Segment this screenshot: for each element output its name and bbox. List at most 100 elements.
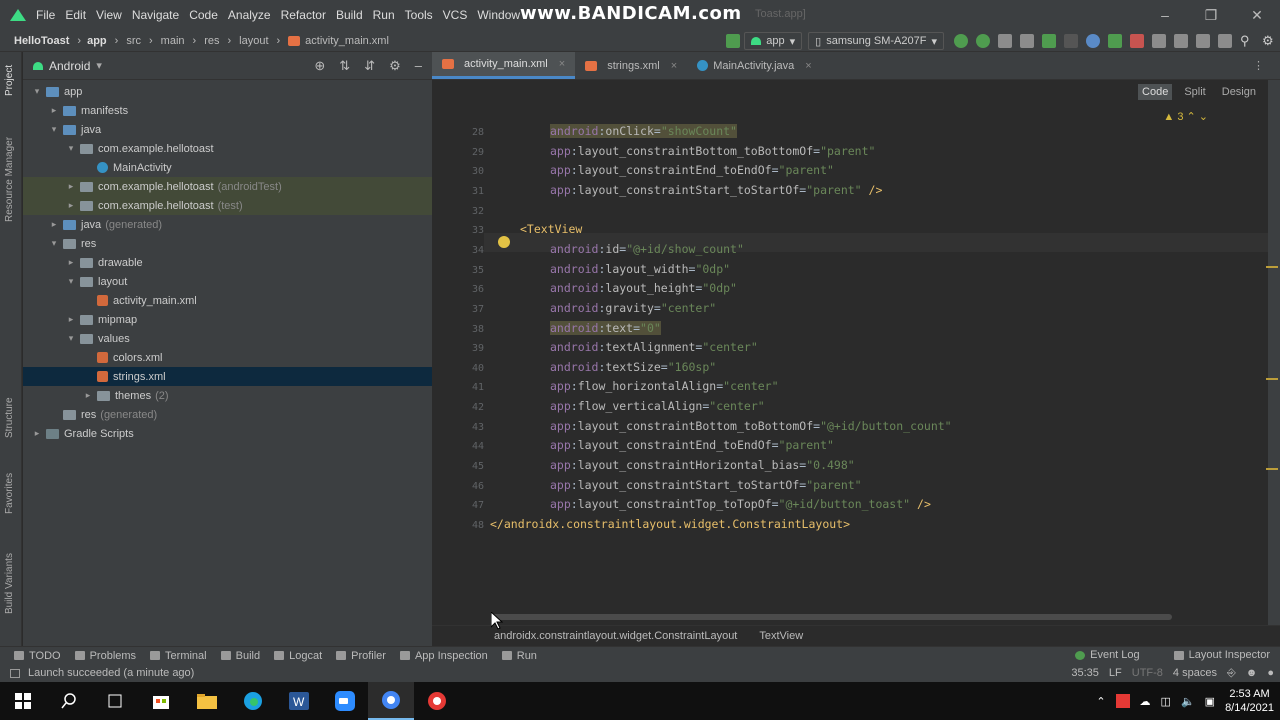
- android-studio-app[interactable]: [368, 682, 414, 720]
- tree-item[interactable]: ▸ manifests: [23, 101, 432, 120]
- build-variants-tool-tab[interactable]: Build Variants: [4, 553, 15, 614]
- tree-item[interactable]: ▸ java (generated): [23, 215, 432, 234]
- start-button[interactable]: [0, 682, 46, 720]
- hammer-icon[interactable]: [726, 34, 741, 48]
- split-mode-button[interactable]: Split: [1180, 84, 1209, 100]
- notifications-icon[interactable]: ▣: [1205, 695, 1215, 708]
- sdk-manager-icon[interactable]: [1218, 34, 1232, 48]
- warning-marker[interactable]: [1266, 468, 1278, 470]
- battery-icon[interactable]: ◫: [1161, 695, 1171, 708]
- breadcrumb-app[interactable]: app: [87, 35, 107, 47]
- menu-edit[interactable]: Edit: [65, 8, 86, 22]
- tree-item[interactable]: ▾ app: [23, 82, 432, 101]
- word-app[interactable]: W: [276, 682, 322, 720]
- tab-list-icon[interactable]: ⋮: [1253, 59, 1264, 72]
- list-icon[interactable]: [998, 34, 1012, 48]
- attach-debugger-icon[interactable]: [1108, 34, 1122, 48]
- menu-vcs[interactable]: VCS: [443, 8, 468, 22]
- inspector-icon[interactable]: ☻: [1246, 667, 1258, 679]
- horizontal-scrollbar[interactable]: [492, 614, 1172, 620]
- code-mode-button[interactable]: Code: [1138, 84, 1173, 100]
- device-manager-icon[interactable]: [1196, 34, 1210, 48]
- menu-window[interactable]: Window: [477, 8, 520, 22]
- status-message[interactable]: Launch succeeded (a minute ago): [28, 667, 194, 679]
- breadcrumb-project[interactable]: HelloToast: [14, 35, 69, 47]
- status-toggle-icon[interactable]: [10, 668, 20, 678]
- chevron-down-icon[interactable]: ▾: [48, 238, 60, 249]
- menu-run[interactable]: Run: [373, 8, 395, 22]
- tool-run[interactable]: Run: [501, 650, 537, 662]
- tool-app-inspection[interactable]: App Inspection: [399, 650, 488, 662]
- breadcrumb-layout[interactable]: layout: [239, 35, 268, 47]
- chevron-up-icon[interactable]: ⌃: [1096, 695, 1105, 708]
- chevron-down-icon[interactable]: ▾: [31, 86, 43, 97]
- close-tab-icon[interactable]: ×: [671, 60, 677, 72]
- tree-item[interactable]: ▾ com.example.hellotoast: [23, 139, 432, 158]
- tab-strings-xml[interactable]: strings.xml ×: [575, 52, 687, 79]
- device-select[interactable]: ▯ samsung SM-A207F ▾: [808, 32, 944, 50]
- tab-mainactivity-java[interactable]: MainActivity.java ×: [687, 52, 822, 79]
- file-encoding[interactable]: UTF-8: [1132, 667, 1163, 679]
- chevron-right-icon[interactable]: ▸: [31, 428, 43, 439]
- favorites-tool-tab[interactable]: Favorites: [4, 473, 15, 514]
- code-editor[interactable]: Code Split Design ▲ 3 ⌃ ⌄ 28 29 30 31 32 33 34…: [432, 80, 1268, 625]
- code-crumb-layout[interactable]: androidx.constraintlayout.widget.Constra…: [494, 630, 737, 642]
- tool-layout-inspector[interactable]: Layout Inspector: [1173, 649, 1270, 661]
- breadcrumb-main[interactable]: main: [161, 35, 185, 47]
- store-app[interactable]: [138, 682, 184, 720]
- close-button[interactable]: ✕: [1234, 0, 1280, 30]
- network-icon[interactable]: ☁: [1140, 695, 1151, 708]
- tool-todo[interactable]: TODO: [14, 650, 61, 662]
- profile-icon[interactable]: [1086, 34, 1100, 48]
- edge-app[interactable]: [230, 682, 276, 720]
- tree-item[interactable]: res (generated): [23, 405, 432, 424]
- menu-file[interactable]: File: [36, 8, 55, 22]
- warning-indicator[interactable]: ▲ 3 ⌃ ⌄: [1163, 110, 1208, 123]
- git-icon[interactable]: ⎆: [1227, 667, 1236, 680]
- tree-item[interactable]: activity_main.xml: [23, 291, 432, 310]
- gear-icon[interactable]: ⚙: [1262, 34, 1276, 48]
- tree-item[interactable]: ▸ com.example.hellotoast (test): [23, 196, 432, 215]
- chevron-right-icon[interactable]: ▸: [65, 200, 77, 211]
- code-crumb-textview[interactable]: TextView: [759, 630, 803, 642]
- apply-code-changes-icon[interactable]: [976, 34, 990, 48]
- chevron-down-icon[interactable]: ▾: [48, 124, 60, 135]
- tree-item[interactable]: ▾ java: [23, 120, 432, 139]
- attach-icon[interactable]: [1064, 34, 1078, 48]
- search-button[interactable]: [46, 682, 92, 720]
- caret-position[interactable]: 35:35: [1071, 667, 1099, 679]
- chevron-right-icon[interactable]: ▸: [48, 219, 60, 230]
- menu-build[interactable]: Build: [336, 8, 363, 22]
- file-explorer-app[interactable]: [184, 682, 230, 720]
- close-tab-icon[interactable]: ×: [805, 60, 811, 72]
- project-view-select[interactable]: Android: [49, 59, 90, 73]
- breadcrumb-src[interactable]: src: [126, 35, 141, 47]
- tree-item[interactable]: MainActivity: [23, 158, 432, 177]
- list-icon[interactable]: [1020, 34, 1034, 48]
- menu-code[interactable]: Code: [189, 8, 218, 22]
- tree-item[interactable]: ▸ Gradle Scripts: [23, 424, 432, 443]
- tree-item[interactable]: ▸ mipmap: [23, 310, 432, 329]
- gear-icon[interactable]: ⚙: [389, 58, 401, 74]
- apply-changes-icon[interactable]: [954, 34, 968, 48]
- lightbulb-icon[interactable]: [498, 236, 510, 248]
- chevron-down-icon[interactable]: ▾: [65, 333, 77, 344]
- tree-item[interactable]: ▸ themes (2): [23, 386, 432, 405]
- memory-icon[interactable]: ●: [1267, 667, 1274, 679]
- tool-terminal[interactable]: Terminal: [150, 650, 207, 662]
- menu-view[interactable]: View: [96, 8, 122, 22]
- tree-item[interactable]: ▾ res: [23, 234, 432, 253]
- stop-icon[interactable]: [1130, 34, 1144, 48]
- chevron-down-icon[interactable]: ▾: [65, 143, 77, 154]
- tool-event-log[interactable]: Event Log: [1075, 649, 1140, 661]
- tree-item[interactable]: ▾ values: [23, 329, 432, 348]
- task-view-button[interactable]: [92, 682, 138, 720]
- tree-item[interactable]: ▸ com.example.hellotoast (androidTest): [23, 177, 432, 196]
- chevron-down-icon[interactable]: ▾: [96, 59, 102, 72]
- warning-marker[interactable]: [1266, 266, 1278, 268]
- breadcrumb-file[interactable]: activity_main.xml: [288, 35, 389, 47]
- warning-marker[interactable]: [1266, 378, 1278, 380]
- zoom-app[interactable]: [322, 682, 368, 720]
- hide-icon[interactable]: –: [415, 58, 422, 74]
- tray-app-icon[interactable]: [1115, 694, 1130, 708]
